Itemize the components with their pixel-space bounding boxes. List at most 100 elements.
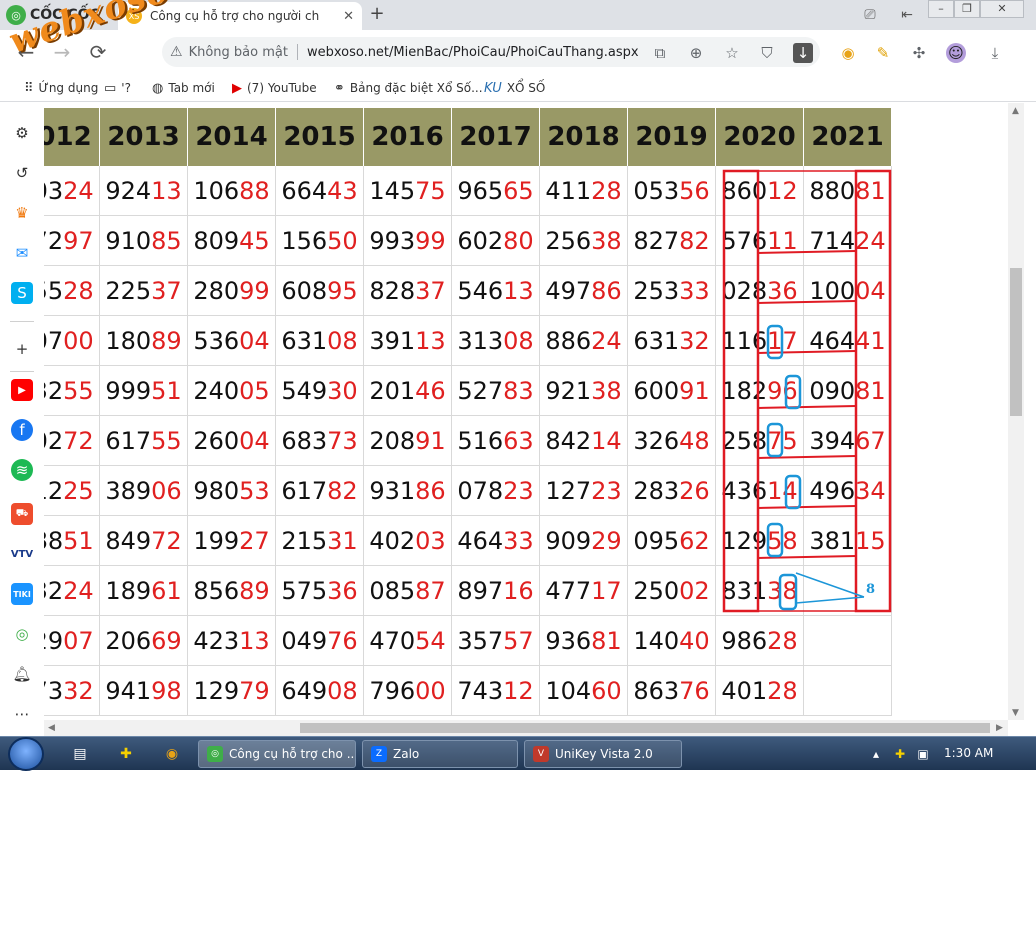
result-digits-head: 941 — [105, 676, 152, 705]
tray-expand-icon[interactable]: ▴ — [868, 746, 884, 762]
screenshot-icon[interactable]: ⎚ — [860, 5, 880, 25]
task-coccoc[interactable]: ◎ Công cụ hỗ trợ cho ... — [198, 740, 356, 768]
result-digits-tail: 30 — [327, 376, 358, 405]
scroll-left-icon[interactable]: ◀ — [48, 723, 55, 733]
result-digits-tail: 81 — [591, 626, 622, 655]
result-digits-tail: 33 — [679, 276, 710, 305]
scroll-down-icon[interactable]: ▼ — [1012, 708, 1019, 718]
result-digits-tail: 60 — [591, 676, 622, 705]
result-digits-tail: 72 — [63, 426, 94, 455]
result-digits-tail: 45 — [239, 226, 270, 255]
result-cell: 106 88 — [188, 166, 276, 216]
result-cell: 085 87 — [364, 566, 452, 616]
result-cell: 17332 — [44, 666, 100, 716]
bookmark-new-tab[interactable]: ◍ Tab mới — [152, 80, 215, 96]
taskbar: ▤ ✚ ◉ ◎ Công cụ hỗ trợ cho ... Z Zalo V … — [0, 736, 1036, 771]
vtv-icon[interactable]: VTV — [11, 543, 33, 565]
result-cell: 897 16 — [452, 566, 540, 616]
bookmark-xo-so[interactable]: KU XỔ SỐ — [484, 80, 545, 96]
tab-close-icon[interactable]: ✕ — [343, 9, 354, 24]
tray-coccoc-icon[interactable]: ✚ — [892, 746, 908, 762]
result-cell: 497 86 — [540, 266, 628, 316]
coccoc-quick-icon[interactable]: ✚ — [116, 744, 136, 764]
youtube-icon[interactable]: ▶ — [11, 379, 33, 401]
facebook-icon[interactable]: f — [11, 419, 33, 441]
result-digits-tail: 38 — [591, 376, 622, 405]
result-digits-head: 394 — [809, 426, 856, 455]
more-icon[interactable]: ⋯ — [11, 703, 33, 725]
bell-icon[interactable]: 🔔︎ — [11, 663, 33, 685]
result-cell: 909 29 — [540, 516, 628, 566]
scroll-right-icon[interactable]: ▶ — [996, 723, 1003, 733]
scroll-up-icon[interactable]: ▲ — [1012, 106, 1019, 116]
pencil-icon[interactable]: ✎ — [873, 43, 893, 63]
restore-icon[interactable]: ❐ — [954, 0, 980, 18]
year-header: 2018 — [540, 108, 628, 166]
result-digits-tail: 62 — [679, 526, 710, 555]
skype-icon[interactable]: S — [11, 282, 33, 304]
chrome-extension-icon[interactable]: ◉ — [838, 43, 858, 63]
shield-icon[interactable]: ⛉ — [757, 43, 777, 63]
task-zalo[interactable]: Z Zalo — [362, 740, 518, 768]
result-digits-tail: 55 — [151, 426, 182, 455]
chrome-icon[interactable]: ◉ — [162, 744, 182, 764]
tray-network-icon[interactable]: ▣ — [915, 746, 931, 762]
result-digits-head: 549 — [281, 376, 328, 405]
profile-avatar-icon[interactable]: ☺ — [946, 43, 966, 63]
result-digits-head: 199 — [193, 526, 240, 555]
vertical-scroll-thumb[interactable] — [1010, 268, 1022, 416]
result-cell: 536 04 — [188, 316, 276, 366]
result-cell: 965 65 — [452, 166, 540, 216]
horizontal-scroll-thumb[interactable] — [300, 723, 990, 733]
bookmarks-bar: ⠿ Ứng dụng ▭ '? ◍ Tab mới ▶ (7) YouTube … — [0, 74, 1036, 102]
result-digits-head: 260 — [193, 426, 240, 455]
result-digits-head: 028 — [721, 276, 768, 305]
bookmark-folder[interactable]: ▭ '? — [104, 80, 131, 96]
puzzle-icon[interactable]: ✣ — [909, 43, 929, 63]
result-digits-tail: 03 — [415, 526, 446, 555]
star-icon[interactable]: ☆ — [722, 43, 742, 63]
result-digits-tail: 79 — [239, 676, 270, 705]
add-icon[interactable]: + — [11, 338, 33, 360]
explorer-icon[interactable]: ▤ — [70, 744, 90, 764]
result-digits-head: 910 — [105, 226, 152, 255]
start-button[interactable] — [8, 737, 44, 771]
result-digits-tail: 86 — [591, 276, 622, 305]
zoom-icon[interactable]: ⊕ — [686, 43, 706, 63]
result-digits-tail: 75 — [767, 426, 798, 455]
spotify-icon[interactable]: ≋ — [11, 459, 33, 481]
bookmark-apps[interactable]: ⠿ Ứng dụng — [24, 80, 98, 96]
download-arrow-icon[interactable]: ↓ — [793, 43, 813, 63]
coccoc-icon[interactable]: ◎ — [11, 623, 33, 645]
result-cell: 664 43 — [276, 166, 364, 216]
result-digits-head: 283 — [633, 476, 680, 505]
result-digits-head: 980 — [193, 476, 240, 505]
shopee-icon[interactable]: ⛟ — [11, 503, 33, 525]
back-arrow-icon[interactable]: ⇤ — [897, 5, 917, 25]
result-digits-head: 053 — [633, 176, 680, 205]
result-cell — [804, 616, 892, 666]
result-digits-tail: 61 — [151, 576, 182, 605]
result-digits-head: 796 — [369, 676, 416, 705]
unikey-icon: V — [533, 746, 549, 762]
blocked-popup-icon[interactable]: ⧉ — [650, 43, 670, 63]
download-icon[interactable]: ⤓ — [985, 43, 1005, 63]
bookmark-bang-dac-biet[interactable]: ⚭ Bảng đặc biệt Xổ Số... — [334, 80, 483, 96]
reload-icon[interactable]: ⟳ — [86, 40, 110, 64]
result-cell: 849 72 — [100, 516, 188, 566]
close-window-icon[interactable]: ✕ — [980, 0, 1024, 18]
messenger-icon[interactable]: ✉ — [11, 242, 33, 264]
task-unikey[interactable]: V UniKey Vista 2.0 — [524, 740, 682, 768]
minimize-icon[interactable]: – — [928, 0, 954, 18]
settings-gear-icon[interactable]: ⚙ — [11, 122, 33, 144]
result-digits-head: 516 — [457, 426, 504, 455]
result-cell: 92907 — [44, 616, 100, 666]
result-cell: 116 17 — [716, 316, 804, 366]
history-icon[interactable]: ↺ — [11, 162, 33, 184]
bookmark-youtube[interactable]: ▶ (7) YouTube — [232, 80, 317, 96]
result-digits-head: 388 — [44, 526, 64, 555]
crown-icon[interactable]: ♛ — [11, 202, 33, 224]
result-digits-tail: 76 — [327, 626, 358, 655]
new-tab-button[interactable]: + — [366, 3, 388, 25]
tiki-icon[interactable]: TIKI — [11, 583, 33, 605]
